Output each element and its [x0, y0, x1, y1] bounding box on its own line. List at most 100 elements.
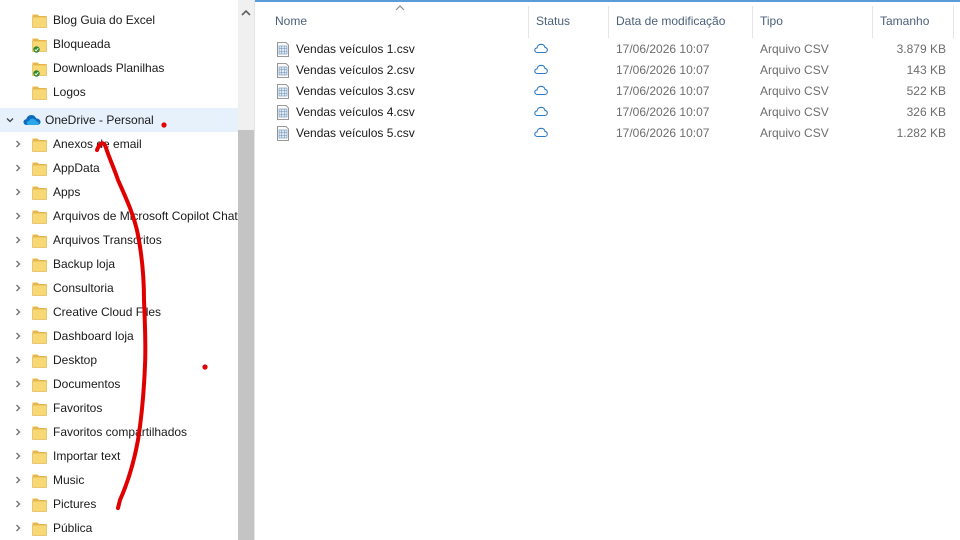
column-header-size[interactable]: Tamanho — [880, 0, 929, 38]
nav-scrollbar[interactable] — [238, 0, 254, 540]
nav-item-onedrive[interactable]: OneDrive - Personal — [0, 108, 238, 132]
column-divider[interactable] — [953, 6, 954, 38]
expand-toggle[interactable] — [3, 108, 17, 132]
file-row[interactable]: Vendas veículos 4.csv 17/06/2026 10:07 Arq… — [255, 102, 960, 123]
nav-item-folder[interactable]: Desktop — [0, 348, 238, 372]
expand-toggle[interactable] — [11, 180, 25, 204]
expand-toggle[interactable] — [11, 300, 25, 324]
cloud-status-icon — [534, 43, 548, 54]
file-row[interactable]: Vendas veículos 1.csv 17/06/2026 10:07 Arq… — [255, 39, 960, 60]
nav-item-folder[interactable]: Arquivos de Microsoft Copilot Chat — [0, 204, 238, 228]
expand-toggle[interactable] — [11, 372, 25, 396]
sort-ascending-icon — [395, 5, 405, 11]
column-header-type[interactable]: Tipo — [760, 0, 783, 38]
column-header-date[interactable]: Data de modificação — [616, 0, 725, 38]
chevron-right-icon[interactable] — [13, 235, 23, 245]
file-row[interactable]: Vendas veículos 3.csv 17/06/2026 10:07 Arq… — [255, 81, 960, 102]
chevron-down-icon[interactable] — [5, 115, 15, 125]
file-name[interactable]: Vendas veículos 3.csv — [296, 81, 415, 102]
expand-toggle[interactable] — [11, 252, 25, 276]
expand-toggle[interactable] — [11, 204, 25, 228]
expand-toggle[interactable] — [11, 348, 25, 372]
chevron-right-icon[interactable] — [13, 259, 23, 269]
folder-icon — [32, 426, 47, 440]
chevron-right-icon[interactable] — [13, 523, 23, 533]
expand-toggle[interactable] — [11, 132, 25, 156]
nav-item-label: Importar text — [53, 449, 121, 463]
folder-icon — [32, 402, 47, 416]
expand-toggle[interactable] — [11, 420, 25, 444]
expand-toggle[interactable] — [11, 516, 25, 540]
chevron-right-icon[interactable] — [13, 475, 23, 485]
nav-item-label: Favoritos — [53, 401, 103, 415]
expand-toggle[interactable] — [11, 396, 25, 420]
chevron-right-icon[interactable] — [13, 283, 23, 293]
expand-toggle[interactable] — [11, 468, 25, 492]
file-date: 17/06/2026 10:07 — [616, 63, 710, 77]
nav-item-folder[interactable]: Blog Guia do Excel — [0, 8, 238, 32]
nav-item-folder[interactable]: Favoritos — [0, 396, 238, 420]
expand-toggle[interactable] — [11, 324, 25, 348]
chevron-right-icon[interactable] — [13, 403, 23, 413]
nav-item-folder[interactable]: Backup loja — [0, 252, 238, 276]
csv-file-icon — [277, 105, 289, 120]
nav-item-folder[interactable]: Favoritos compartilhados — [0, 420, 238, 444]
expand-toggle[interactable] — [11, 228, 25, 252]
file-size: 3.879 KB — [896, 42, 946, 56]
folder-icon — [32, 86, 47, 100]
chevron-right-icon[interactable] — [13, 451, 23, 461]
chevron-right-icon[interactable] — [13, 379, 23, 389]
chevron-right-icon[interactable] — [13, 307, 23, 317]
folder-icon — [32, 282, 47, 296]
expand-toggle[interactable] — [11, 156, 25, 180]
chevron-right-icon[interactable] — [13, 499, 23, 509]
expand-toggle[interactable] — [11, 276, 25, 300]
file-row[interactable]: Vendas veículos 2.csv 17/06/2026 10:07 Arq… — [255, 60, 960, 81]
chevron-right-icon[interactable] — [13, 355, 23, 365]
nav-item-folder[interactable]: Dashboard loja — [0, 324, 238, 348]
column-divider[interactable] — [528, 6, 529, 38]
nav-item-folder[interactable]: Consultoria — [0, 276, 238, 300]
nav-item-folder[interactable]: Creative Cloud Files — [0, 300, 238, 324]
expand-toggle[interactable] — [11, 492, 25, 516]
cloud-status-icon — [534, 127, 548, 138]
expand-toggle[interactable] — [11, 444, 25, 468]
file-name[interactable]: Vendas veículos 4.csv — [296, 102, 415, 123]
file-list: Nome Status Data de modificação Tipo Tam… — [255, 0, 960, 540]
folder-icon — [32, 330, 47, 344]
column-divider[interactable] — [872, 6, 873, 38]
column-header-name[interactable]: Nome — [275, 0, 307, 38]
file-name[interactable]: Vendas veículos 2.csv — [296, 60, 415, 81]
file-name[interactable]: Vendas veículos 5.csv — [296, 123, 415, 144]
nav-item-label: AppData — [53, 161, 100, 175]
chevron-right-icon[interactable] — [13, 187, 23, 197]
nav-item-folder[interactable]: Apps — [0, 180, 238, 204]
column-header-status[interactable]: Status — [536, 0, 570, 38]
nav-item-folder[interactable]: Arquivos Transcritos — [0, 228, 238, 252]
folder-icon — [32, 522, 47, 536]
csv-file-icon — [277, 84, 289, 99]
chevron-right-icon[interactable] — [13, 331, 23, 341]
chevron-right-icon[interactable] — [13, 211, 23, 221]
chevron-right-icon[interactable] — [13, 163, 23, 173]
chevron-right-icon[interactable] — [13, 139, 23, 149]
nav-item-folder[interactable]: Music — [0, 468, 238, 492]
nav-scrollbar-thumb[interactable] — [238, 130, 254, 540]
nav-item-folder[interactable]: Pictures — [0, 492, 238, 516]
file-row[interactable]: Vendas veículos 5.csv 17/06/2026 10:07 Arq… — [255, 123, 960, 144]
address-bar-edge — [255, 0, 960, 2]
chevron-right-icon[interactable] — [13, 427, 23, 437]
nav-item-folder[interactable]: Bloqueada — [0, 32, 238, 56]
nav-item-folder[interactable]: Logos — [0, 80, 238, 104]
nav-item-folder[interactable]: AppData — [0, 156, 238, 180]
nav-item-folder[interactable]: Downloads Planilhas — [0, 56, 238, 80]
column-divider[interactable] — [608, 6, 609, 38]
nav-item-folder[interactable]: Anexos de email — [0, 132, 238, 156]
column-divider[interactable] — [752, 6, 753, 38]
scroll-up-arrow-icon[interactable] — [241, 9, 251, 17]
nav-item-folder[interactable]: Documentos — [0, 372, 238, 396]
csv-file-icon — [277, 63, 289, 78]
nav-item-folder[interactable]: Pública — [0, 516, 238, 540]
nav-item-folder[interactable]: Importar text — [0, 444, 238, 468]
file-name[interactable]: Vendas veículos 1.csv — [296, 39, 415, 60]
